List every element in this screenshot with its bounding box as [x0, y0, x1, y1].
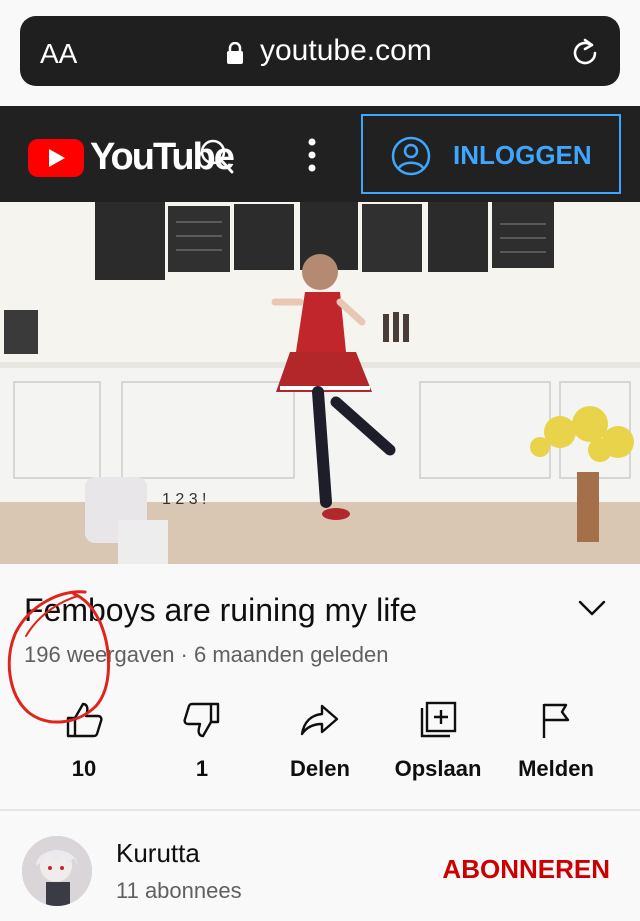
video-player[interactable]: 1 2 3 !: [0, 202, 640, 564]
video-title[interactable]: Femboys are ruining my life: [24, 592, 417, 629]
video-overlay-text: 1 2 3 !: [162, 491, 206, 508]
address-bar[interactable]: AA youtube.com: [20, 16, 620, 86]
share-button[interactable]: Delen: [260, 700, 380, 782]
share-icon: [300, 704, 339, 736]
reload-icon[interactable]: [568, 36, 602, 70]
video-meta: 196 weergaven · 6 maanden geleden: [24, 642, 389, 667]
action-bar: 10 1 Delen Opslaan Melden: [0, 700, 640, 790]
subscriber-count: 11 abonnees: [116, 878, 242, 903]
report-button[interactable]: Melden: [496, 700, 616, 782]
share-label: Delen: [290, 756, 350, 781]
chevron-down-icon[interactable]: [578, 598, 606, 618]
more-options-icon[interactable]: [300, 136, 324, 174]
account-icon: [391, 136, 431, 176]
divider: [0, 809, 640, 811]
youtube-play-icon: [28, 138, 84, 177]
browser-chrome: AA youtube.com: [0, 0, 640, 106]
signin-button[interactable]: INLOGGEN: [361, 114, 621, 194]
subscribe-button[interactable]: ABONNEREN: [442, 854, 610, 885]
flag-icon: [542, 703, 570, 738]
dislike-count: 1: [195, 756, 209, 781]
dislike-button[interactable]: 1: [142, 700, 262, 782]
report-label: Melden: [518, 756, 594, 781]
avatar-image: [22, 836, 92, 906]
save-button[interactable]: Opslaan: [378, 700, 498, 782]
lock-icon: [227, 42, 243, 64]
like-count: 10: [71, 756, 97, 781]
text-size-button[interactable]: AA: [40, 38, 77, 70]
video-thumbnail: 1 2 3 !: [0, 202, 640, 564]
save-label: Opslaan: [394, 756, 482, 781]
signin-label: INLOGGEN: [453, 140, 592, 170]
like-button[interactable]: 10: [24, 700, 144, 782]
thumbs-up-icon: [66, 702, 103, 738]
thumbs-down-icon: [183, 702, 220, 738]
youtube-header: YouTube INLOGGEN: [0, 106, 640, 202]
channel-avatar[interactable]: [22, 836, 92, 906]
url-text[interactable]: youtube.com: [260, 34, 432, 68]
add-to-playlist-icon: [420, 701, 457, 738]
search-icon[interactable]: [198, 136, 236, 176]
channel-name[interactable]: Kurutta: [116, 838, 200, 869]
video-info: Femboys are ruining my life 196 weergave…: [0, 564, 640, 921]
